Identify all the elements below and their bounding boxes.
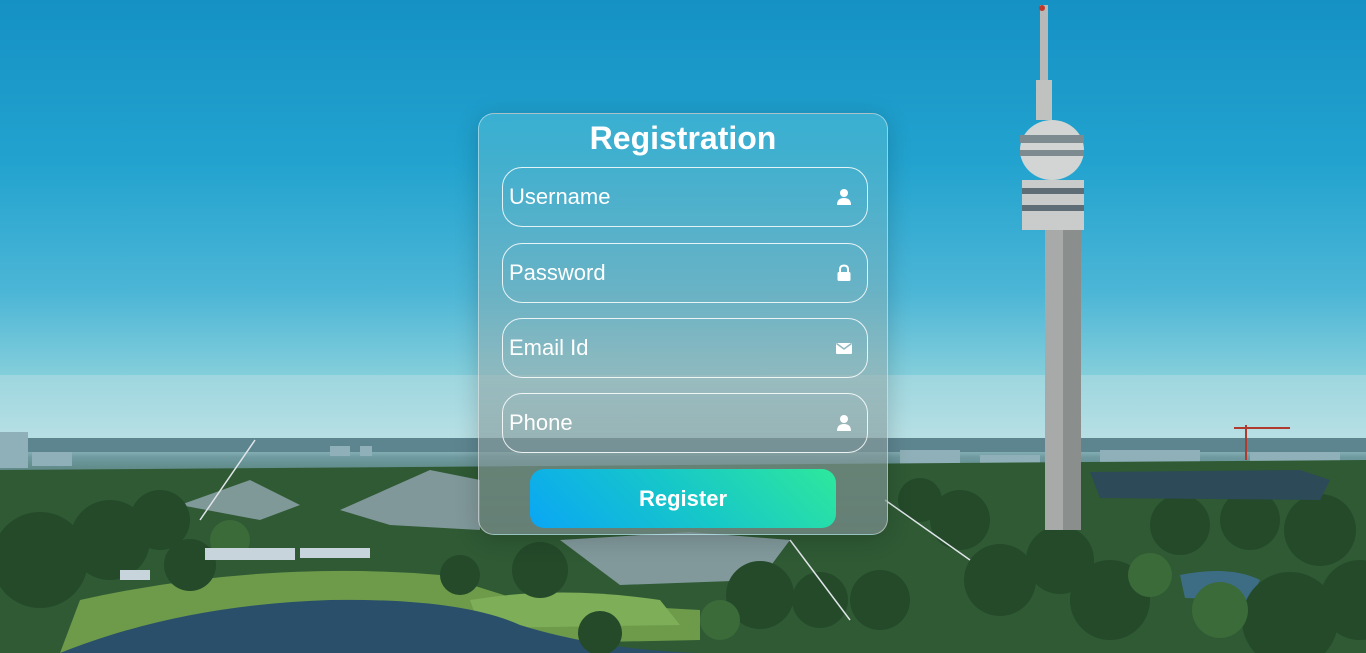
form-title: Registration xyxy=(589,120,777,156)
password-input[interactable] xyxy=(503,244,867,302)
username-field[interactable] xyxy=(502,167,868,227)
user-icon xyxy=(837,189,851,205)
register-button[interactable]: Register xyxy=(530,469,836,528)
username-input[interactable] xyxy=(503,168,867,226)
email-field[interactable] xyxy=(502,318,868,378)
password-field[interactable] xyxy=(502,243,868,303)
phone-field[interactable] xyxy=(502,393,868,453)
page-background: Registration Username Email Id Phone Reg… xyxy=(0,0,1366,653)
email-input[interactable] xyxy=(503,319,867,377)
user-icon xyxy=(837,415,851,431)
envelope-icon xyxy=(836,342,852,354)
phone-input[interactable] xyxy=(503,394,867,452)
registration-card: Registration Username Email Id Phone Reg… xyxy=(478,113,888,535)
lock-icon xyxy=(837,264,851,281)
